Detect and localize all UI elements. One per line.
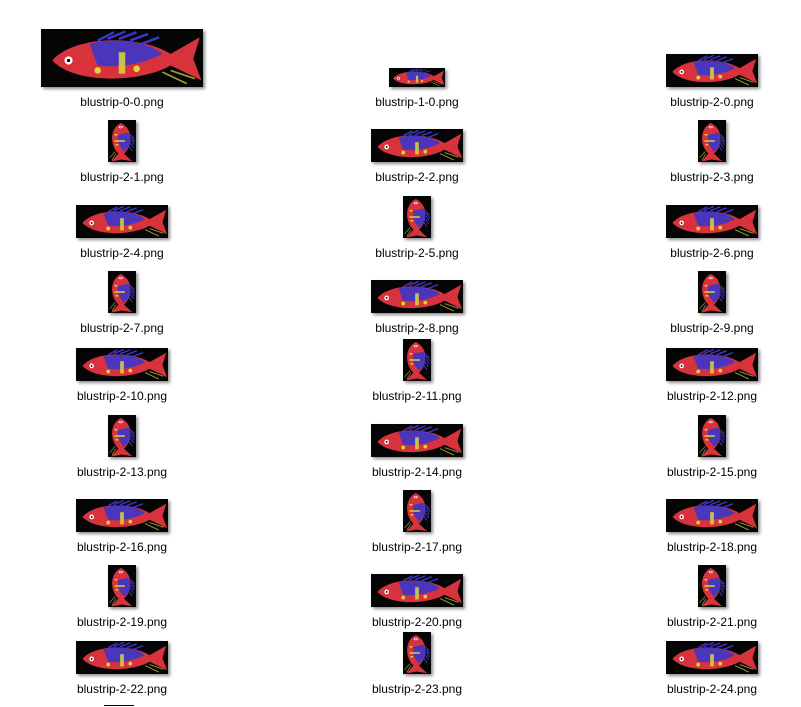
file-thumbnail[interactable] xyxy=(76,641,168,674)
file-name-label: blustrip-2-14.png xyxy=(371,465,463,479)
file-name-label: blustrip-2-18.png xyxy=(666,540,758,554)
file-thumbnail[interactable] xyxy=(389,68,445,87)
file-name-label: blustrip-1-0.png xyxy=(375,95,459,109)
file-name-label: blustrip-2-4.png xyxy=(80,246,164,260)
file-name-label: blustrip-2-21.png xyxy=(666,615,758,629)
file-thumbnail[interactable] xyxy=(108,415,136,457)
file-thumbnail[interactable] xyxy=(698,565,726,607)
file-thumbnail[interactable] xyxy=(666,205,758,238)
file-name-label: blustrip-2-12.png xyxy=(666,389,758,403)
file-thumbnail[interactable] xyxy=(403,490,431,532)
file-thumbnail[interactable] xyxy=(371,129,463,162)
file-name-label: blustrip-2-6.png xyxy=(670,246,754,260)
file-thumbnail[interactable] xyxy=(698,120,726,162)
file-name-label: blustrip-2-13.png xyxy=(76,465,168,479)
file-name-label: blustrip-0-0.png xyxy=(80,95,164,109)
file-name-label: blustrip-2-16.png xyxy=(76,540,168,554)
file-name-label: blustrip-2-0.png xyxy=(670,95,754,109)
file-name-label: blustrip-2-22.png xyxy=(76,682,168,696)
file-thumbnail[interactable] xyxy=(76,499,168,532)
file-name-label: blustrip-2-7.png xyxy=(80,321,164,335)
file-thumbnail[interactable] xyxy=(698,415,726,457)
file-thumbnail[interactable] xyxy=(666,348,758,381)
file-thumbnail[interactable] xyxy=(666,499,758,532)
file-thumbnail[interactable] xyxy=(371,280,463,313)
file-thumbnail[interactable] xyxy=(403,339,431,381)
file-thumbnail[interactable] xyxy=(371,424,463,457)
file-name-label: blustrip-2-19.png xyxy=(76,615,168,629)
file-thumbnail[interactable] xyxy=(666,54,758,87)
file-thumbnail[interactable] xyxy=(108,565,136,607)
file-name-label: blustrip-2-11.png xyxy=(372,389,462,403)
file-thumbnail[interactable] xyxy=(41,29,203,87)
file-name-label: blustrip-2-23.png xyxy=(371,682,463,696)
file-grid: blustrip-0-0.png blustrip-1-0.png blustr… xyxy=(0,0,801,707)
file-name-label: blustrip-2-17.png xyxy=(371,540,463,554)
file-name-label: blustrip-2-2.png xyxy=(375,170,459,184)
file-thumbnail[interactable] xyxy=(108,271,136,313)
file-name-label: blustrip-2-10.png xyxy=(76,389,168,403)
file-name-label: blustrip-2-5.png xyxy=(375,246,459,260)
file-name-label: blustrip-2-24.png xyxy=(666,682,758,696)
file-thumbnail[interactable] xyxy=(698,271,726,313)
file-name-label: blustrip-2-3.png xyxy=(670,170,754,184)
file-name-label: blustrip-2-9.png xyxy=(670,321,754,335)
file-thumbnail[interactable] xyxy=(666,641,758,674)
partial-next-item xyxy=(104,705,134,706)
file-name-label: blustrip-2-1.png xyxy=(80,170,164,184)
file-thumbnail[interactable] xyxy=(76,205,168,238)
file-name-label: blustrip-2-8.png xyxy=(375,321,459,335)
file-thumbnail[interactable] xyxy=(76,348,168,381)
file-thumbnail[interactable] xyxy=(403,632,431,674)
file-thumbnail[interactable] xyxy=(403,196,431,238)
file-name-label: blustrip-2-15.png xyxy=(666,465,758,479)
file-thumbnail[interactable] xyxy=(371,574,463,607)
file-name-label: blustrip-2-20.png xyxy=(371,615,463,629)
file-thumbnail[interactable] xyxy=(108,120,136,162)
